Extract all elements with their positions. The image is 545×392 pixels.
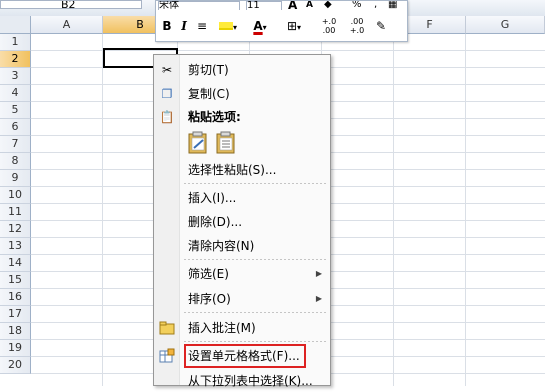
- name-box[interactable]: B2: [0, 0, 142, 9]
- menu-item-pick-from-list[interactable]: 从下拉列表中选择(K)...: [154, 370, 330, 392]
- menu-item-paste-special[interactable]: 选择性粘贴(S)...: [154, 159, 330, 181]
- paste-values-icon[interactable]: [214, 131, 238, 155]
- menu-item-label: 清除内容(N): [188, 239, 255, 253]
- menu-item-clear-contents[interactable]: 清除内容(N): [154, 235, 330, 257]
- gridline: [102, 34, 103, 386]
- menu-item-label: 插入(I)...: [188, 191, 237, 205]
- row-header-10[interactable]: 10: [0, 187, 31, 204]
- gridline: [465, 34, 466, 386]
- menu-item-insert-comment[interactable]: 插入批注(M): [154, 317, 330, 339]
- mini-toolbar-row-font: 宋体 11 A A ◆ % , ▦: [156, 1, 407, 10]
- row-header-16[interactable]: 16: [0, 289, 31, 306]
- row-header-19[interactable]: 19: [0, 340, 31, 357]
- row-header-7[interactable]: 7: [0, 136, 31, 153]
- menu-separator: [184, 341, 327, 342]
- menu-item-sort[interactable]: 排序(O) ▶: [154, 288, 330, 310]
- menu-item-label: 删除(D)...: [188, 215, 243, 229]
- mini-toolbar-row-format: B I ≡ ▾ A▾ ⊞▾ +.0 .00 .00 +.0 ✎: [156, 15, 407, 37]
- row-header-20[interactable]: 20: [0, 357, 31, 374]
- menu-item-cut[interactable]: ✂ 剪切(T): [154, 59, 330, 81]
- format-cells-icon: [159, 348, 175, 364]
- comma-style-icon[interactable]: ,: [374, 1, 377, 10]
- menu-separator: [184, 183, 327, 184]
- menu-item-label: 从下拉列表中选择(K)...: [188, 374, 313, 388]
- menu-item-paste-options: 📋 粘贴选项:: [154, 106, 330, 128]
- row-header-17[interactable]: 17: [0, 306, 31, 323]
- row-header-11[interactable]: 11: [0, 204, 31, 221]
- align-center-icon[interactable]: ≡: [194, 17, 210, 35]
- clipboard-icon: 📋: [159, 110, 175, 124]
- red-highlight-box: [184, 344, 306, 368]
- menu-item-label: 复制(C): [188, 87, 230, 101]
- menu-item-label: 插入批注(M): [188, 321, 256, 335]
- format-painter-icon[interactable]: ▦: [388, 1, 397, 10]
- copy-icon: ❐: [161, 87, 173, 101]
- select-all-corner[interactable]: [0, 16, 31, 34]
- font-color-button[interactable]: A▾: [246, 17, 274, 35]
- menu-item-copy[interactable]: ❐ 复制(C): [154, 83, 330, 105]
- font-size-box[interactable]: 11: [246, 1, 282, 10]
- submenu-arrow-icon: ▶: [315, 294, 322, 303]
- menu-separator: [184, 312, 327, 313]
- grow-font-button[interactable]: A: [288, 1, 297, 10]
- row-header-8[interactable]: 8: [0, 153, 31, 170]
- submenu-arrow-icon: ▶: [315, 269, 322, 278]
- gridline: [393, 34, 394, 386]
- mini-toolbar: 宋体 11 A A ◆ % , ▦ B I ≡ ▾ A▾ ⊞▾ +.0 .00 …: [155, 0, 408, 42]
- shrink-font-button[interactable]: A: [306, 1, 313, 10]
- row-header-18[interactable]: 18: [0, 323, 31, 340]
- comment-folder-icon: [159, 320, 175, 336]
- row-header-13[interactable]: 13: [0, 238, 31, 255]
- menu-item-label: 粘贴选项:: [188, 110, 241, 124]
- menu-item-label: 筛选(E): [188, 267, 229, 281]
- scissors-icon: ✂: [161, 63, 173, 77]
- font-name-box[interactable]: 宋体: [158, 1, 240, 10]
- menu-item-delete[interactable]: 删除(D)...: [154, 211, 330, 233]
- row-header-15[interactable]: 15: [0, 272, 31, 289]
- menu-separator: [184, 259, 327, 260]
- menu-item-filter[interactable]: 筛选(E) ▶: [154, 263, 330, 285]
- row-header-9[interactable]: 9: [0, 170, 31, 187]
- bold-button[interactable]: B: [160, 17, 174, 35]
- brush-icon[interactable]: ✎: [372, 17, 390, 35]
- menu-item-insert[interactable]: 插入(I)...: [154, 187, 330, 209]
- paste-formulas-icon[interactable]: [186, 131, 210, 155]
- currency-icon[interactable]: ◆: [324, 1, 332, 10]
- menu-item-label: 排序(O): [188, 292, 231, 306]
- row-header-5[interactable]: 5: [0, 102, 31, 119]
- column-header-a[interactable]: A: [31, 16, 103, 34]
- menu-item-label: 选择性粘贴(S)...: [188, 163, 277, 177]
- menu-item-label: 剪切(T): [188, 63, 229, 77]
- row-header-6[interactable]: 6: [0, 119, 31, 136]
- column-header-g[interactable]: G: [466, 16, 545, 34]
- percent-button[interactable]: %: [352, 1, 362, 10]
- decrease-decimal-button[interactable]: .00 +.0: [344, 17, 370, 35]
- row-header-4[interactable]: 4: [0, 85, 31, 102]
- increase-decimal-button[interactable]: +.0 .00: [316, 17, 342, 35]
- row-header-3[interactable]: 3: [0, 68, 31, 85]
- row-header-2[interactable]: 2: [0, 51, 31, 68]
- row-header-1[interactable]: 1: [0, 34, 31, 51]
- row-header-12[interactable]: 12: [0, 221, 31, 238]
- italic-button[interactable]: I: [178, 17, 190, 35]
- fill-color-icon[interactable]: ▾: [214, 17, 242, 35]
- row-header-14[interactable]: 14: [0, 255, 31, 272]
- context-menu: ✂ 剪切(T) ❐ 复制(C) 📋 粘贴选项: 选择性粘贴(S)... 插入(I: [153, 54, 331, 388]
- borders-icon[interactable]: ⊞▾: [280, 17, 308, 35]
